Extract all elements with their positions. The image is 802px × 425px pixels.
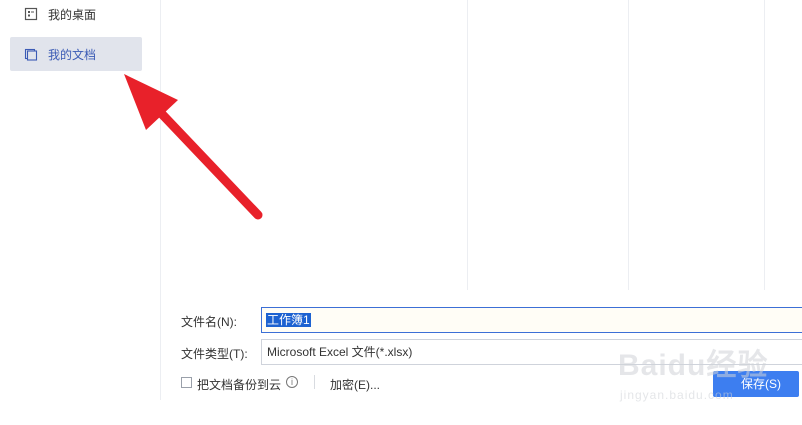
watermark-url: jingyan.baidu.com — [620, 388, 734, 402]
watermark-text: Baidu经验 — [618, 349, 769, 382]
baidu-watermark: Baidu经验 jingyan.baidu.com — [612, 330, 802, 410]
